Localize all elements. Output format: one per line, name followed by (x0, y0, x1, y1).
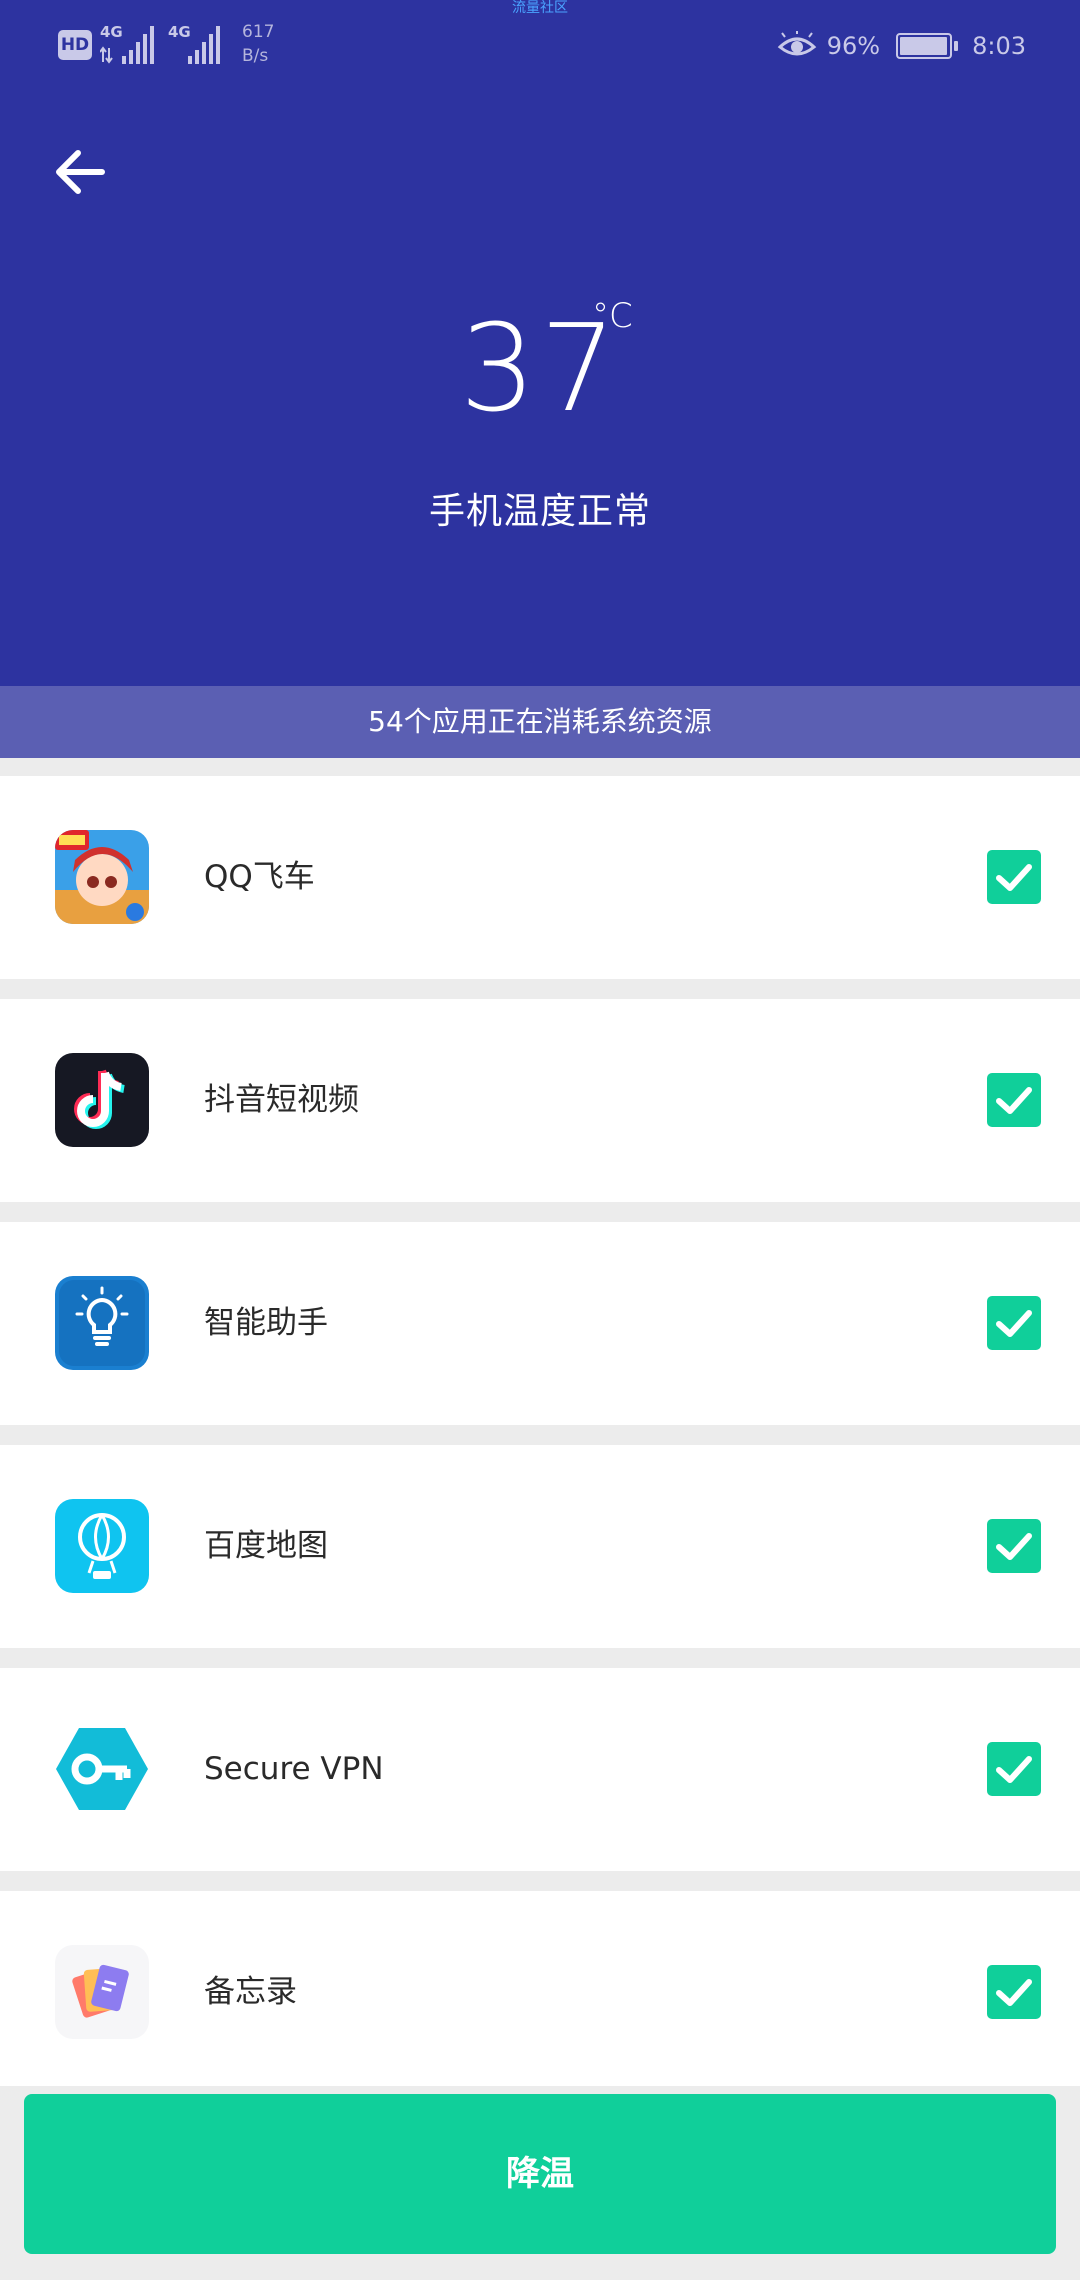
app-checkbox[interactable] (987, 1965, 1041, 2019)
sim1-label: 4G (100, 23, 123, 41)
header: 流量社区 HD 4G 4G 617 B/s 96% 8:03 37 °C 手机温… (0, 0, 1080, 686)
checkmark-icon (996, 864, 1032, 891)
bottom-action-area: 降温 (0, 2086, 1080, 2280)
app-name: 智能助手 (204, 1305, 328, 1341)
temperature-status: 手机温度正常 (428, 491, 651, 532)
checkmark-icon (996, 1087, 1032, 1114)
back-arrow-icon[interactable] (50, 140, 114, 204)
app-checkbox[interactable] (987, 850, 1041, 904)
status-right: 96% 8:03 (777, 24, 1026, 68)
douyin-icon (55, 1053, 149, 1147)
list-item[interactable]: Secure VPN (0, 1668, 1080, 1871)
battery-icon (896, 33, 959, 59)
checkmark-icon (996, 1310, 1032, 1337)
temperature-unit: °C (592, 296, 633, 336)
battery-percent: 96% (826, 32, 881, 60)
status-bar: HD 4G 4G 617 B/s 96% 8:03 (0, 0, 1080, 92)
checkmark-icon (996, 1979, 1032, 2006)
app-checkbox[interactable] (987, 1519, 1041, 1573)
list-item[interactable]: 智能助手 (0, 1222, 1080, 1425)
app-count-banner: 54个应用正在消耗系统资源 (0, 686, 1080, 758)
app-name: 备忘录 (204, 1974, 297, 2010)
app-name: 百度地图 (204, 1528, 328, 1564)
app-name: QQ飞车 (204, 859, 315, 895)
list-item[interactable]: QQ飞车 (0, 776, 1080, 979)
network-speed-value: 617 (242, 22, 275, 42)
app-checkbox[interactable] (987, 1073, 1041, 1127)
sim2-label: 4G (168, 23, 191, 41)
secure-vpn-icon (55, 1722, 149, 1816)
network-speed: 617 B/s (242, 20, 274, 68)
app-checkbox[interactable] (987, 1296, 1041, 1350)
hd-badge: HD (58, 30, 92, 60)
smart-assistant-icon (55, 1276, 149, 1370)
eye-comfort-icon (777, 31, 817, 56)
app-name: Secure VPN (204, 1751, 384, 1787)
cooldown-button[interactable]: 降温 (24, 2094, 1056, 2254)
app-checkbox[interactable] (987, 1742, 1041, 1796)
checkmark-icon (996, 1533, 1032, 1560)
signal-4g-icon: 4G (100, 23, 154, 64)
baidu-map-icon (55, 1499, 149, 1593)
clock: 8:03 (972, 32, 1026, 60)
memo-icon (55, 1945, 149, 2039)
list-item[interactable]: 百度地图 (0, 1445, 1080, 1648)
signal-4g-icon-2: 4G (168, 23, 220, 64)
app-name: 抖音短视频 (204, 1082, 359, 1118)
qq-speed-icon (55, 830, 149, 924)
network-speed-unit: B/s (242, 46, 269, 66)
temperature-value: 37 (459, 300, 621, 439)
list-item[interactable]: 抖音短视频 (0, 999, 1080, 1202)
checkmark-icon (996, 1756, 1032, 1783)
list-item[interactable]: 备忘录 (0, 1891, 1080, 2094)
